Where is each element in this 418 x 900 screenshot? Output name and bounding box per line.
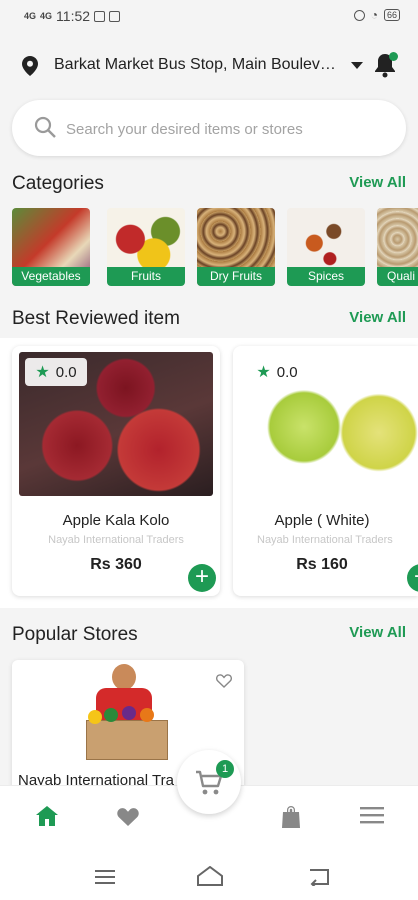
battery-icon: 66 (383, 9, 400, 21)
rating-badge: ★ 0.0 (246, 358, 308, 386)
product-price: Rs 160 (296, 556, 348, 573)
notification-dot (389, 52, 398, 61)
category-label: Quali (377, 267, 418, 286)
wifi-icon: ◔ (370, 8, 378, 22)
heart-outline-icon[interactable] (216, 674, 232, 688)
cart-count-badge: 1 (216, 760, 234, 778)
star-icon: ★ (256, 364, 271, 381)
popular-stores-view-all-link[interactable]: View All (349, 624, 406, 641)
product-image: ★ 0.0 (240, 352, 418, 496)
category-card-fruits[interactable]: Fruits (107, 208, 185, 286)
cart-button[interactable] (177, 750, 241, 814)
menu-icon[interactable] (360, 805, 384, 825)
add-to-cart-button[interactable]: + (188, 564, 216, 592)
battery-level: 66 (386, 10, 397, 20)
categories-title: Categories (12, 173, 104, 194)
best-reviewed-view-all-link[interactable]: View All (349, 309, 406, 326)
location-header[interactable]: Barkat Market Bus Stop, Main Boulevard..… (0, 34, 418, 94)
category-label: Spices (287, 267, 365, 286)
search-input[interactable] (64, 114, 388, 144)
product-store: Nayab International Traders (48, 534, 184, 546)
category-label: Dry Fruits (197, 267, 275, 286)
category-label: Vegetables (12, 267, 90, 286)
status-left: 4G 4G 11:52 (24, 8, 121, 24)
status-time: 11:52 (56, 8, 91, 24)
signal-icon: 4G (24, 11, 37, 21)
category-card-vegetables[interactable]: Vegetables (12, 208, 90, 286)
home-icon[interactable] (35, 805, 59, 827)
category-card-quality[interactable]: Quali (377, 208, 418, 286)
popular-stores-title: Popular Stores (12, 624, 138, 645)
app-icon (109, 10, 121, 22)
product-name: Apple ( White) (274, 512, 370, 529)
system-nav-bar (0, 852, 418, 900)
product-card[interactable]: ★ 0.0 Apple Kala Kolo Nayab Internationa… (12, 346, 220, 596)
map-pin-icon (22, 56, 38, 76)
rating-value: 0.0 (55, 363, 77, 381)
rating-badge: ★ 0.0 (25, 358, 87, 386)
home-system-icon[interactable] (197, 866, 223, 886)
recent-apps-icon[interactable] (95, 869, 115, 885)
category-label: Fruits (107, 267, 185, 286)
notification-icon (94, 10, 106, 22)
product-name: Apple Kala Kolo (62, 512, 170, 529)
star-icon: ★ (35, 364, 50, 381)
categories-view-all-link[interactable]: View All (349, 174, 406, 191)
chevron-down-icon[interactable] (351, 62, 363, 69)
category-card-spices[interactable]: Spices (287, 208, 365, 286)
signal-icon-2: 4G (40, 11, 53, 21)
location-text[interactable]: Barkat Market Bus Stop, Main Boulevard..… (54, 56, 342, 74)
status-right: ◔ 66 (353, 8, 400, 22)
category-card-dry-fruits[interactable]: Dry Fruits (197, 208, 275, 286)
product-image: ★ 0.0 (19, 352, 213, 496)
best-reviewed-title: Best Reviewed item (12, 308, 180, 329)
product-store: Nayab International Traders (257, 534, 393, 546)
search-icon (34, 116, 56, 138)
shield-icon (353, 9, 365, 21)
heart-icon[interactable] (116, 805, 140, 827)
rating-value: 0.0 (276, 363, 298, 381)
product-card[interactable]: ★ 0.0 Apple ( White) Nayab International… (233, 346, 418, 596)
back-icon[interactable] (308, 868, 330, 886)
status-bar: 4G 4G 11:52 ◔ 66 (0, 0, 418, 34)
store-illustration (82, 664, 172, 764)
bag-icon[interactable] (280, 805, 302, 829)
search-bar[interactable] (12, 100, 406, 156)
